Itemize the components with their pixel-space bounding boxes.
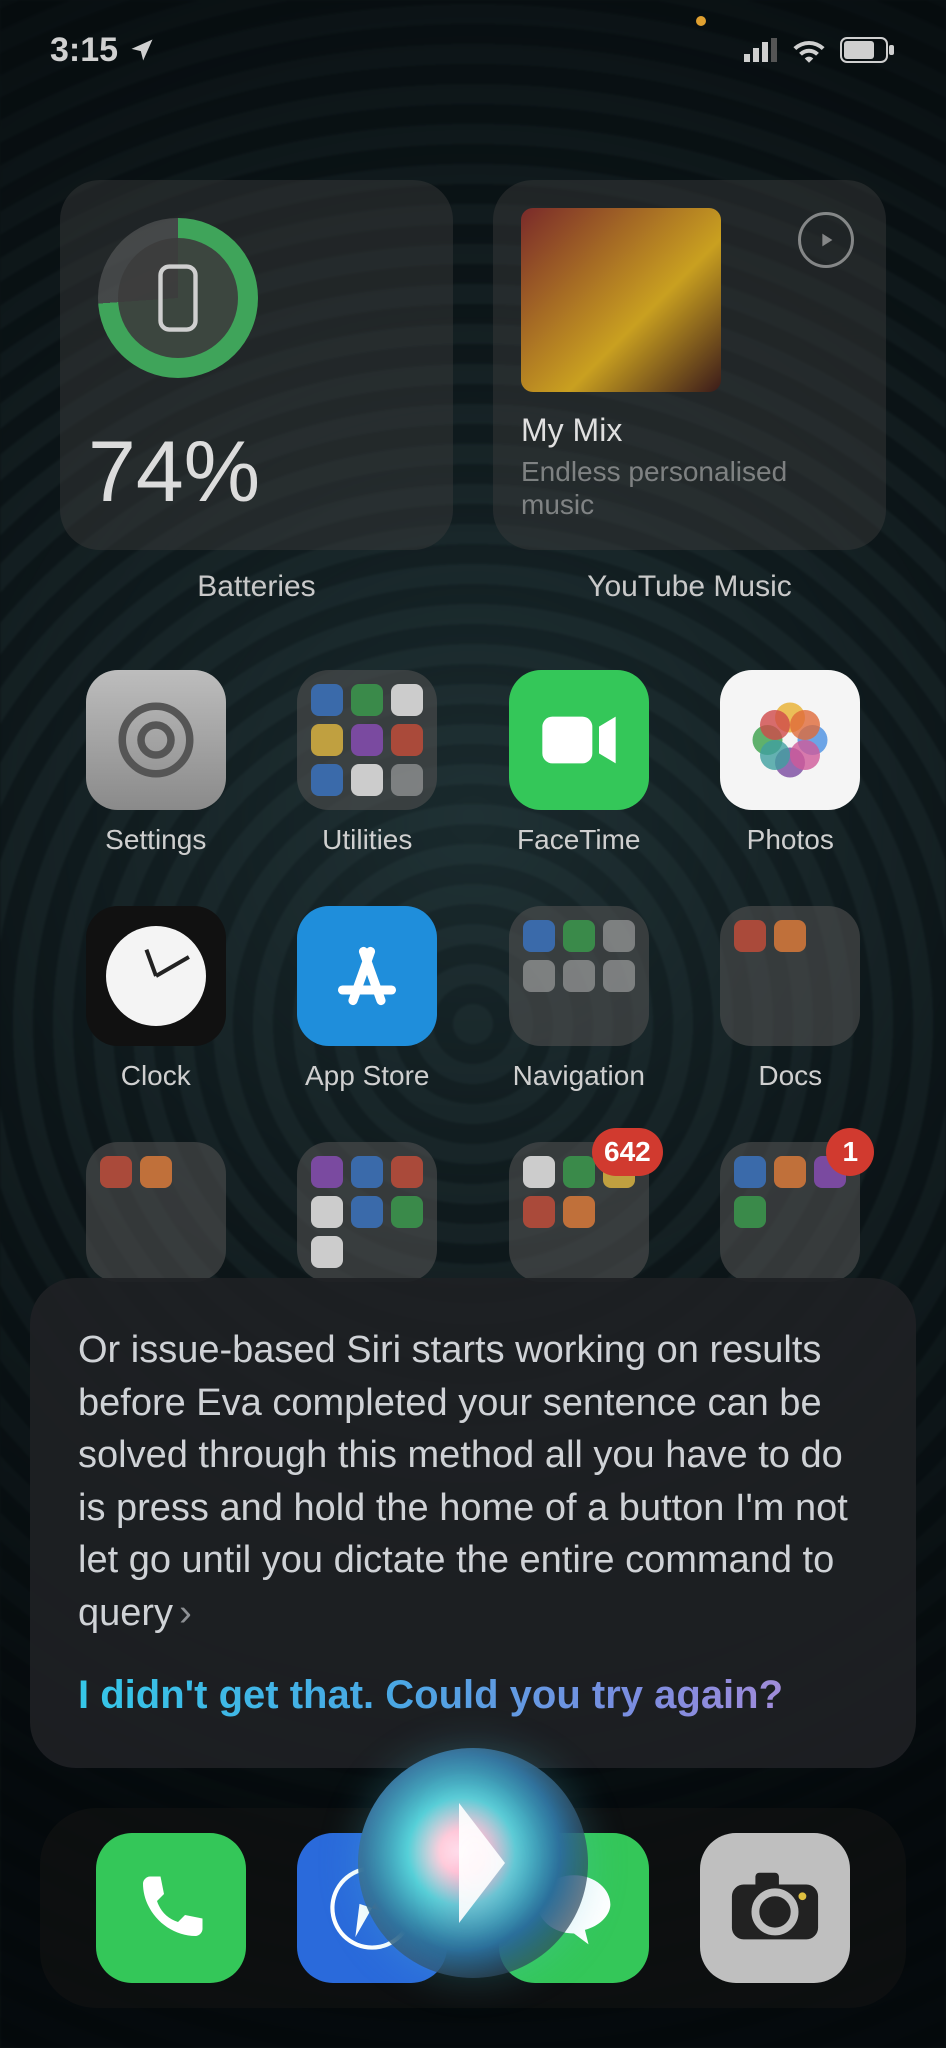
folder-icon xyxy=(86,1142,226,1282)
gear-icon xyxy=(86,670,226,810)
flower-icon xyxy=(720,670,860,810)
dock-phone[interactable] xyxy=(96,1833,246,1983)
clock-icon xyxy=(86,906,226,1046)
battery-percent: 74% xyxy=(88,423,425,522)
wifi-icon xyxy=(792,37,826,63)
cell-signal-icon xyxy=(744,38,778,62)
battery-ring-icon xyxy=(98,218,258,378)
album-art xyxy=(521,208,721,392)
mic-indicator-dot-icon xyxy=(696,16,706,26)
widget-label: YouTube Music xyxy=(493,570,886,604)
status-bar: 3:15 xyxy=(0,0,946,100)
app-label: Utilities xyxy=(322,824,412,856)
app-label: Docs xyxy=(758,1060,822,1092)
youtube-music-widget[interactable]: My Mix Endless personalised music YouTub… xyxy=(493,180,886,550)
app-utilities[interactable]: Utilities xyxy=(282,670,454,856)
app-settings[interactable]: Settings xyxy=(70,670,242,856)
folder-icon xyxy=(297,670,437,810)
app-label: Clock xyxy=(121,1060,191,1092)
siri-orb-button[interactable] xyxy=(358,1748,588,1978)
app-photos[interactable]: Photos xyxy=(705,670,877,856)
app-clock[interactable]: Clock xyxy=(70,906,242,1092)
app-folder-mail[interactable]: 642 xyxy=(493,1142,665,1296)
music-title: My Mix xyxy=(521,412,858,449)
batteries-widget[interactable]: 74% Batteries xyxy=(60,180,453,550)
siri-response-panel[interactable]: Or issue-based Siri starts working on re… xyxy=(30,1278,916,1768)
location-arrow-icon xyxy=(128,36,156,64)
siri-transcript-text: Or issue-based Siri starts working on re… xyxy=(78,1329,848,1633)
app-navigation[interactable]: Navigation xyxy=(493,906,665,1092)
home-app-grid: Settings Utilities FaceTime Photos Clock… xyxy=(70,670,876,1296)
camera-icon xyxy=(728,1871,822,1945)
folder-icon: 1 xyxy=(720,1142,860,1282)
app-appstore[interactable]: App Store xyxy=(282,906,454,1092)
siri-transcript[interactable]: Or issue-based Siri starts working on re… xyxy=(78,1324,868,1639)
folder-icon xyxy=(297,1142,437,1282)
folder-icon: 642 xyxy=(509,1142,649,1282)
music-subtitle: Endless personalised music xyxy=(521,455,858,522)
chevron-right-icon: › xyxy=(179,1592,192,1634)
app-label: App Store xyxy=(305,1060,430,1092)
play-circle-icon[interactable] xyxy=(798,212,854,268)
video-icon xyxy=(509,670,649,810)
app-folder-social[interactable]: 1 xyxy=(705,1142,877,1296)
app-label: FaceTime xyxy=(517,824,640,856)
dock-camera[interactable] xyxy=(700,1833,850,1983)
status-time: 3:15 xyxy=(50,31,118,70)
appstore-icon xyxy=(297,906,437,1046)
folder-icon xyxy=(720,906,860,1046)
folder-icon xyxy=(509,906,649,1046)
siri-reply-text: I didn't get that. Could you try again? xyxy=(78,1673,868,1718)
battery-icon xyxy=(840,37,896,63)
phone-icon xyxy=(129,1866,213,1950)
app-label: Navigation xyxy=(513,1060,645,1092)
app-label: Photos xyxy=(747,824,834,856)
app-folder-finance[interactable] xyxy=(282,1142,454,1296)
notification-badge: 1 xyxy=(826,1128,874,1176)
notification-badge: 642 xyxy=(592,1128,663,1176)
app-facetime[interactable]: FaceTime xyxy=(493,670,665,856)
app-label: Settings xyxy=(105,824,206,856)
app-folder-media[interactable] xyxy=(70,1142,242,1296)
app-docs[interactable]: Docs xyxy=(705,906,877,1092)
widget-label: Batteries xyxy=(60,570,453,604)
